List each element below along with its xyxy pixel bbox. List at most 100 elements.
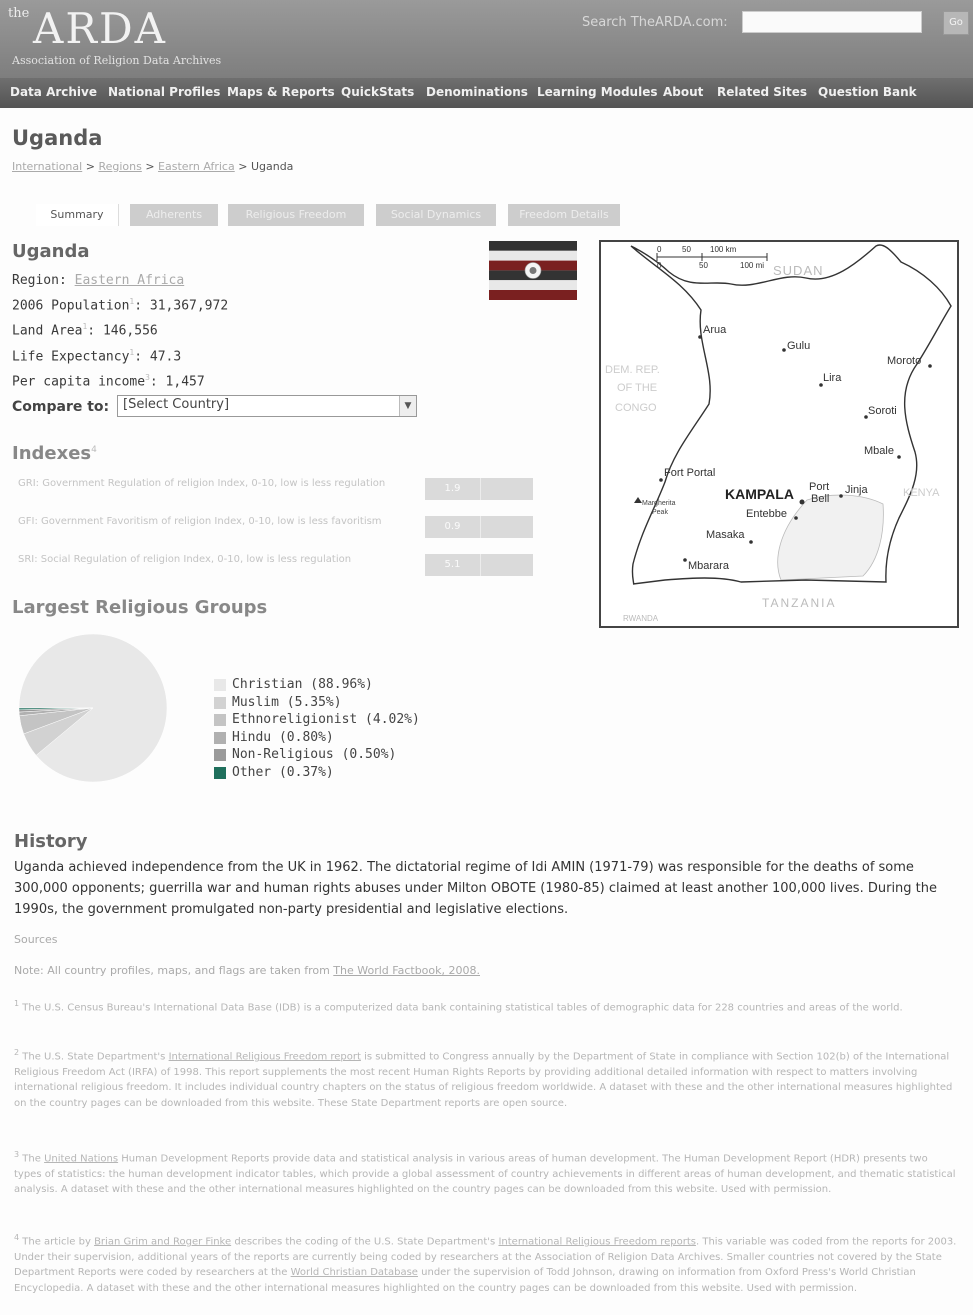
map-scale-label: 100 km [710,245,737,254]
legend-label: Hindu (0.80%) [232,729,334,745]
map-label-city: Entebbe [746,508,787,520]
map-label-city: Bell [811,493,829,505]
breadcrumb-eastern-africa[interactable]: Eastern Africa [158,160,235,173]
footnote-ref[interactable]: 1 [129,348,134,357]
map-scale-label: 50 [699,261,708,270]
map-label-country: TANZANIA [762,596,836,610]
breadcrumb-regions[interactable]: Regions [98,160,141,173]
map-label-city: Fort Portal [664,467,715,479]
sources-note: Note: All country profiles, maps, and fl… [14,964,480,977]
history-text: Uganda achieved independence from the UK… [14,860,938,917]
legend-item-non-religious: Non-Religious (0.50%) [214,746,420,764]
world-factbook-link[interactable]: The World Factbook, 2008. [333,964,480,977]
footnote-ref[interactable]: 3 [145,373,150,382]
compare-selected-value: [Select Country] [123,397,230,412]
tab-religious-freedom[interactable]: Religious Freedom [228,204,364,226]
region-label: Region: [12,273,67,288]
map-scale-label: 50 [682,245,691,254]
world-christian-database-link[interactable]: World Christian Database [291,1267,418,1278]
map-label-city: Masaka [706,529,745,541]
sri-label: SRI: Social Regulation of religion Index… [18,554,352,565]
country-flag [489,241,577,300]
life-expectancy-label: Life Expectancy [12,348,130,364]
breadcrumb-international[interactable]: International [12,160,82,173]
footnote-3: 3 The United Nations Human Development R… [14,1147,958,1198]
religious-groups-heading: Largest Religious Groups [12,597,268,618]
search-input[interactable] [742,11,922,33]
map-label-city: Arua [703,324,727,336]
map-label-city: Soroti [868,405,897,417]
population-value: 31,367,972 [149,298,229,314]
footnote-number: 2 [14,1048,20,1057]
footnote-ref[interactable]: 1 [82,322,87,331]
nav-data-archive[interactable]: Data Archive [10,85,97,99]
religious-groups-pie [18,633,168,783]
footnote-2: 2 The U.S. State Department's Internatio… [14,1045,958,1111]
footnote-text: describes the coding of the U.S. State D… [234,1236,496,1248]
tab-freedom-details[interactable]: Freedom Details [508,204,620,226]
irf-report-link[interactable]: International Religious Freedom report [169,1051,361,1062]
nav-national-profiles[interactable]: National Profiles [108,85,220,99]
legend-swatch [214,766,226,779]
map-label-country: DEM. REP. [605,364,660,376]
footnote-1: 1 The U.S. Census Bureau's International… [14,996,958,1016]
footnote-ref[interactable]: 4 [91,445,97,455]
gri-value: 1.9 [425,478,481,500]
footnote-ref[interactable]: 1 [129,297,134,306]
legend-item-other: Other (0.37%) [214,764,420,782]
nav-maps-reports[interactable]: Maps & Reports [227,85,335,99]
map-label-peak: Margherita [642,500,676,507]
sri-bar: 5.1 [425,554,533,576]
compare-country-select[interactable]: [Select Country] ▼ [117,395,417,417]
legend-swatch [214,679,226,691]
map-label-city: Jinja [845,484,869,496]
map-label-country: CONGO [615,402,657,414]
legend-item-christian: Christian (88.96%) [214,676,420,694]
nav-quickstats[interactable]: QuickStats [341,85,414,99]
footnote-text: The article by [22,1236,91,1248]
region-link[interactable]: Eastern Africa [75,273,185,288]
nav-question-bank[interactable]: Question Bank [818,85,917,99]
irf-reports-link[interactable]: International Religious Freedom reports [498,1236,696,1247]
income-label: Per capita income [12,374,146,390]
search-go-button[interactable]: Go [943,11,969,35]
site-logo[interactable]: ARDA [33,4,167,53]
logo-prefix: the [8,6,30,21]
map-label-country: OF THE [617,382,657,394]
sri-value: 5.1 [425,554,481,576]
tab-summary[interactable]: Summary [36,204,119,226]
country-facts: Region: Eastern Africa 2006 Population1:… [12,273,229,390]
breadcrumb-separator: > [238,160,248,173]
legend-swatch [214,696,226,709]
united-nations-link[interactable]: United Nations [44,1153,118,1164]
map-label-country: SUDAN [773,263,824,278]
nav-learning-modules[interactable]: Learning Modules [537,85,657,99]
legend-label: Ethnoreligionist (4.02%) [232,712,420,727]
map-label-capital: KAMPALA [725,486,794,502]
nav-about[interactable]: About [663,85,703,99]
history-heading: History [14,831,88,852]
map-label-city: Gulu [787,340,810,352]
gfi-bar: 0.9 [425,516,533,538]
tab-adherents[interactable]: Adherents [130,204,218,226]
footnote-text: The U.S. State Department's [22,1051,166,1063]
legend-item-ethnoreligionist: Ethnoreligionist (4.02%) [214,711,420,729]
indexes-heading: Indexes4 [12,443,97,464]
footnote-text: Human Development Reports provide data a… [14,1153,956,1196]
grim-finke-link[interactable]: Brian Grim and Roger Finke [94,1236,231,1247]
footnote-4: 4 The article by Brian Grim and Roger Fi… [14,1230,958,1296]
country-heading: Uganda [12,241,90,262]
gfi-label: GFI: Government Favoritism of religion I… [18,516,382,527]
tab-social-dynamics[interactable]: Social Dynamics [376,204,496,226]
map-label-country: KENYA [903,487,940,499]
legend-label: Muslim (5.35%) [232,694,342,710]
map-label-city: Port [809,481,829,493]
nav-denominations[interactable]: Denominations [426,85,528,99]
breadcrumb-current: Uganda [250,160,294,173]
religious-groups-legend: Christian (88.96%) Muslim (5.35%) Ethnor… [214,676,420,781]
map-label-country: RWANDA [623,614,659,623]
legend-swatch [214,731,226,744]
map-scale-label: 100 mi [740,261,764,270]
nav-related-sites[interactable]: Related Sites [717,85,807,99]
legend-item-hindu: Hindu (0.80%) [214,729,420,747]
